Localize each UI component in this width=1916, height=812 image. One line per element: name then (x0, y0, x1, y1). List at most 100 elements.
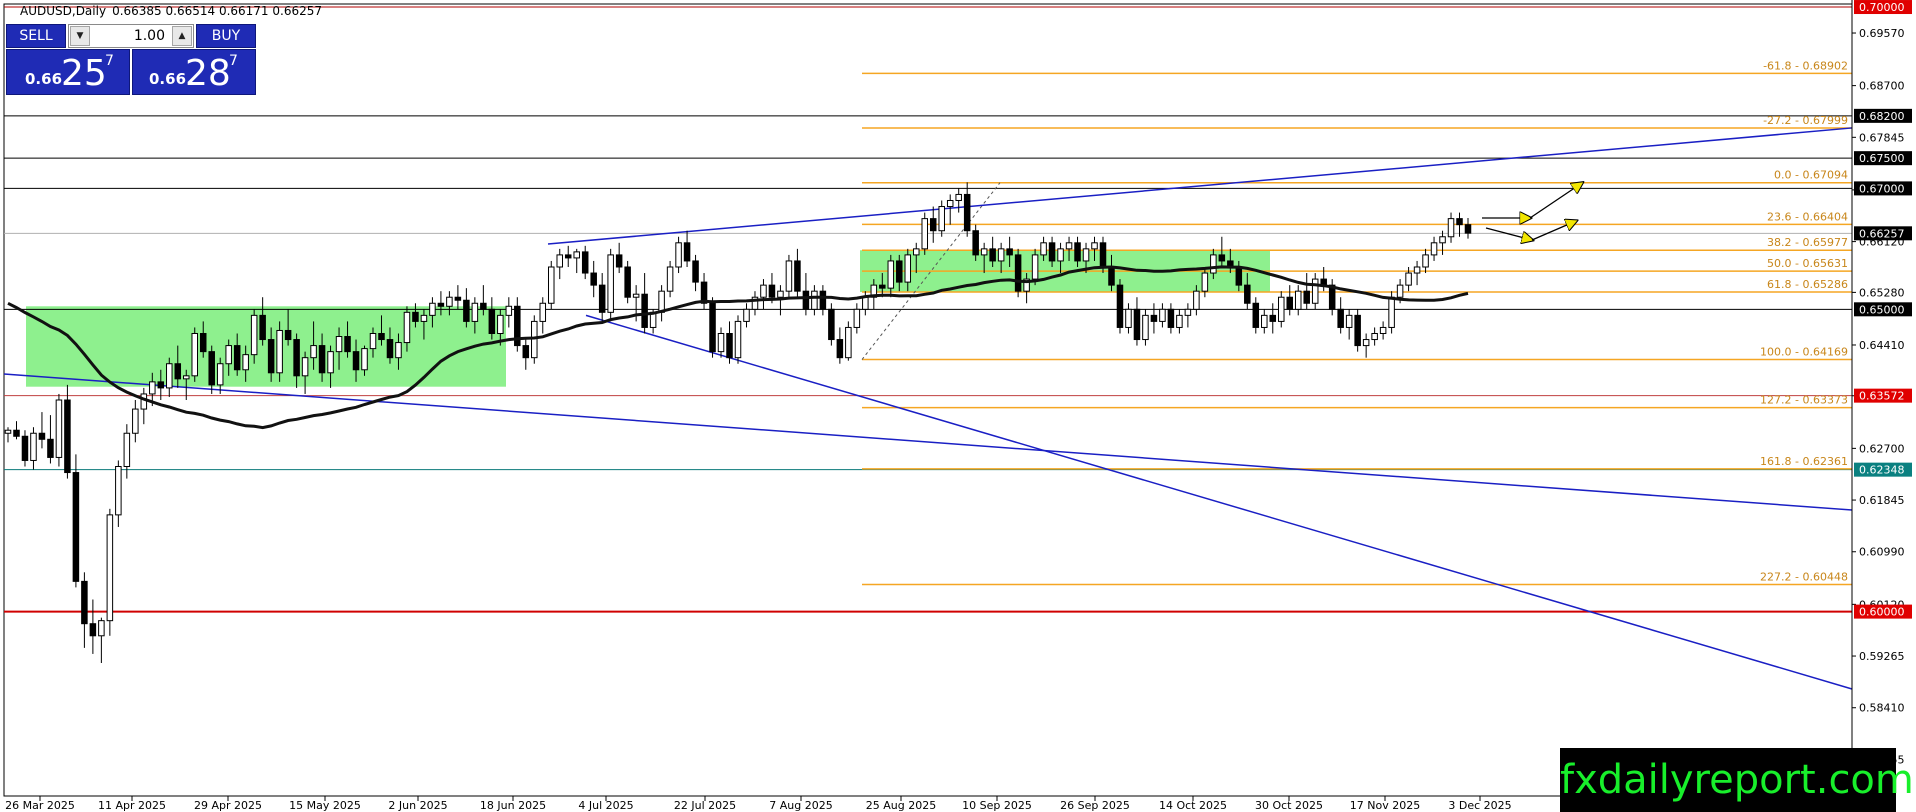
candle-body (539, 302, 547, 322)
candle-body (912, 248, 920, 256)
chart-window[interactable]: -61.8 - 0.68902 -27.2 - 0.67999 0.0 - 0.67… (0, 0, 1916, 812)
candle-body (819, 290, 827, 310)
candle-body (327, 351, 334, 374)
candle-body (98, 620, 105, 637)
time-tick-label: 26 Mar 2025 (5, 799, 75, 812)
sell-price-prefix: 0.66 (25, 70, 63, 88)
price-tick-label: 0.69570 (1859, 27, 1905, 40)
price-tick-label: 0.59265 (1859, 650, 1905, 663)
time-tick-label: 3 Dec 2025 (1448, 799, 1511, 812)
price-tag-label: 0.63572 (1859, 390, 1905, 403)
sell-price-fraction: 7 (105, 53, 114, 69)
candle-body (1354, 314, 1361, 347)
candle-body (946, 199, 954, 208)
candle-body (1040, 242, 1047, 256)
symbol-label: AUDUSD,Daily (20, 4, 106, 18)
candle-body (446, 296, 453, 307)
candle-body (157, 381, 165, 389)
fib-level-label: 23.6 - 0.66404 (1767, 210, 1848, 223)
candle-body (1396, 284, 1404, 298)
candle-body (1371, 332, 1378, 341)
fib-level-label: 61.8 - 0.65286 (1767, 278, 1848, 291)
candle-body (437, 302, 445, 307)
candle-body (1311, 278, 1319, 304)
sell-price-box[interactable]: 0.66 25 7 (6, 49, 130, 95)
candle-body (149, 381, 156, 395)
candle-body (1108, 266, 1115, 286)
candle-body (480, 302, 487, 310)
candle-body (1277, 296, 1285, 322)
time-tick-label: 22 Jul 2025 (674, 799, 736, 812)
candle-body (794, 260, 801, 292)
time-tick-label: 14 Oct 2025 (1159, 799, 1227, 812)
fib-level-label: -61.8 - 0.68902 (1763, 59, 1848, 72)
candle-body (1184, 308, 1192, 316)
candle-body (89, 623, 97, 637)
price-tag-label: 0.60000 (1859, 606, 1905, 619)
candle-body (4, 429, 12, 434)
candle-body (1413, 266, 1421, 274)
candle-body (199, 332, 207, 353)
fib-level-label: 0.0 - 0.67094 (1774, 169, 1848, 182)
quantity-input[interactable]: 1.00 (91, 25, 171, 47)
candle-body (989, 248, 996, 262)
candle-body (624, 266, 631, 298)
candle-body (174, 363, 182, 380)
candle-body (310, 345, 317, 359)
candle-body (683, 242, 691, 262)
candle-body (980, 248, 988, 256)
buy-button[interactable]: BUY (196, 24, 256, 48)
candle-body (191, 332, 199, 377)
price-tag-label: 0.65000 (1859, 303, 1905, 316)
candle-body (904, 254, 912, 283)
candle-body (862, 296, 869, 310)
price-axis: 0.695700.687000.678450.669750.661200.652… (1851, 0, 1912, 812)
candle-body (335, 336, 343, 353)
candle-body (242, 354, 249, 371)
candle-body (38, 432, 46, 440)
candle-body (760, 284, 767, 298)
candle-body (386, 339, 394, 359)
candle-body (590, 272, 597, 286)
candle-body (361, 348, 368, 371)
price-chart[interactable]: -61.8 - 0.68902 -27.2 - 0.67999 0.0 - 0.67… (0, 0, 1916, 812)
candle-body (743, 308, 750, 322)
sell-button[interactable]: SELL (6, 24, 66, 48)
candle-body (140, 393, 148, 410)
chevron-down-icon[interactable]: ▼ (70, 26, 90, 46)
time-tick-label: 18 Jun 2025 (480, 799, 546, 812)
candle-body (692, 260, 699, 283)
candle-body (879, 284, 886, 289)
candle-body (106, 514, 114, 622)
fib-level-label: -27.2 - 0.67999 (1763, 114, 1848, 127)
buy-price-box[interactable]: 0.66 28 7 (132, 49, 256, 95)
candle-body (429, 302, 436, 316)
candle-body (276, 329, 283, 374)
candle-body (1337, 308, 1344, 328)
candle-body (1167, 308, 1175, 328)
price-tag-label: 0.67000 (1859, 182, 1905, 195)
candle-body (1014, 254, 1022, 292)
lower-trendline (3, 373, 1853, 511)
quantity-stepper[interactable]: ▼ 1.00 ▲ (68, 24, 194, 48)
descending-trendline (585, 314, 1853, 690)
candle-body (615, 254, 623, 268)
candle-body (1430, 242, 1438, 256)
candle-body (785, 260, 793, 292)
time-tick-label: 15 May 2025 (289, 799, 361, 812)
candle-body (963, 193, 971, 232)
candle-body (1345, 314, 1353, 328)
candle-body (378, 332, 385, 341)
candle-body (972, 230, 979, 256)
candle-body (208, 351, 215, 386)
upper-trendline (547, 127, 1853, 245)
time-tick-label: 11 Apr 2025 (98, 799, 166, 812)
chart-header: AUDUSD,Daily 0.66385 0.66514 0.66171 0.66… (20, 4, 322, 18)
chevron-up-icon[interactable]: ▲ (172, 26, 192, 46)
candle-body (658, 290, 665, 313)
candle-body (1303, 290, 1310, 304)
candle-body (403, 311, 411, 344)
trend-lines (3, 127, 1853, 690)
candle-body (598, 284, 606, 313)
candle-body (938, 206, 945, 232)
